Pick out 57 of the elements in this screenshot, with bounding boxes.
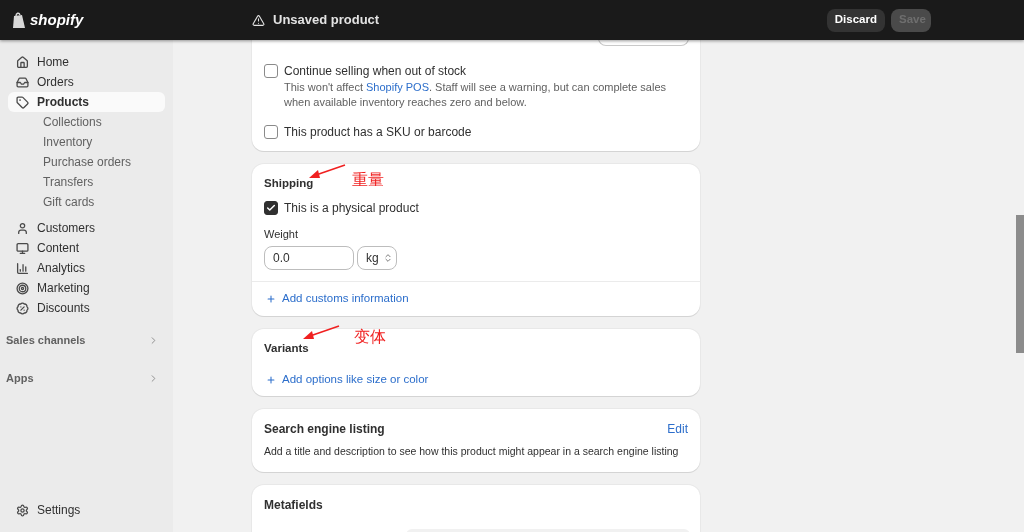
arrow	[302, 324, 340, 341]
plus-icon	[266, 293, 276, 304]
home-icon	[16, 55, 29, 69]
arrow	[308, 164, 346, 180]
nav-item[interactable]: Discounts	[8, 298, 165, 318]
nav-item[interactable]: Customers	[8, 218, 165, 238]
checkbox-label: This product has a SKU or barcode	[284, 125, 472, 139]
nav-item[interactable]: Analytics	[8, 258, 165, 278]
nav-item[interactable]: Marketing	[8, 278, 165, 298]
add-customs-link[interactable]: Add customs information	[266, 290, 409, 308]
nav-subitem[interactable]: Transfers	[8, 172, 165, 192]
card-title: Metafields	[264, 497, 324, 514]
annotation-text: 重量	[352, 169, 384, 191]
checkbox[interactable]	[264, 64, 278, 78]
nav-subitem[interactable]: Gift cards	[8, 192, 165, 212]
section-header[interactable]: Apps	[0, 368, 173, 388]
settings-icon	[16, 503, 29, 517]
page-title: Unsaved product	[273, 11, 380, 30]
card-title: Shipping	[264, 176, 314, 191]
inbox-icon	[16, 75, 29, 89]
edit-link[interactable]: Edit	[667, 420, 688, 439]
card-title: Search engine listing	[264, 421, 385, 439]
add-options-link[interactable]: Add options like size or color	[264, 371, 429, 389]
target-icon	[16, 281, 29, 295]
nav-item[interactable]: Orders	[8, 72, 165, 92]
checkbox-label: This is a physical product	[284, 200, 419, 218]
annotation-text: 变体	[354, 325, 386, 348]
checkbox[interactable]	[264, 201, 278, 216]
unit-select[interactable]: kg	[357, 245, 397, 270]
weight-field[interactable]: 0.0	[264, 245, 354, 270]
nav-subitem[interactable]: Collections	[8, 112, 165, 132]
card-description: Add a title and description to see how this product might appear in a search engine listing	[264, 444, 680, 460]
nav-subitem[interactable]: Purchase orders	[8, 152, 165, 172]
section-header[interactable]: Sales channels	[0, 330, 173, 350]
monitor-icon	[16, 241, 29, 255]
nav-item[interactable]: Home	[8, 52, 165, 72]
nav-subitem[interactable]: Inventory	[8, 132, 165, 152]
discard-button[interactable]: Discard	[826, 8, 885, 32]
checkbox[interactable]	[264, 125, 278, 139]
check-icon	[266, 203, 276, 214]
help-text: This won't affect Shopify POS. Staff will see a warning, but can complete sales when available inventory reaches zero and below.	[284, 80, 668, 110]
checkbox-label: Continue selling when out of stock	[284, 64, 468, 78]
person-icon	[16, 221, 29, 235]
warning-icon	[252, 13, 265, 27]
shopping-bag-icon	[12, 11, 26, 29]
plus-icon	[266, 374, 276, 385]
chevron-updown-icon	[383, 252, 393, 263]
field-label: Weight	[264, 227, 299, 243]
tag-icon	[16, 95, 29, 109]
bar-chart-icon	[16, 261, 29, 275]
nav-item[interactable]: Content	[8, 238, 165, 258]
pos-link[interactable]: Shopify POS	[366, 81, 429, 93]
nav-item[interactable]: Settings	[8, 500, 165, 520]
nav-item[interactable]: Products	[8, 92, 165, 112]
percent-badge-icon	[16, 301, 29, 315]
card-title: Variants	[264, 340, 309, 356]
logo[interactable]: shopify	[30, 8, 84, 32]
